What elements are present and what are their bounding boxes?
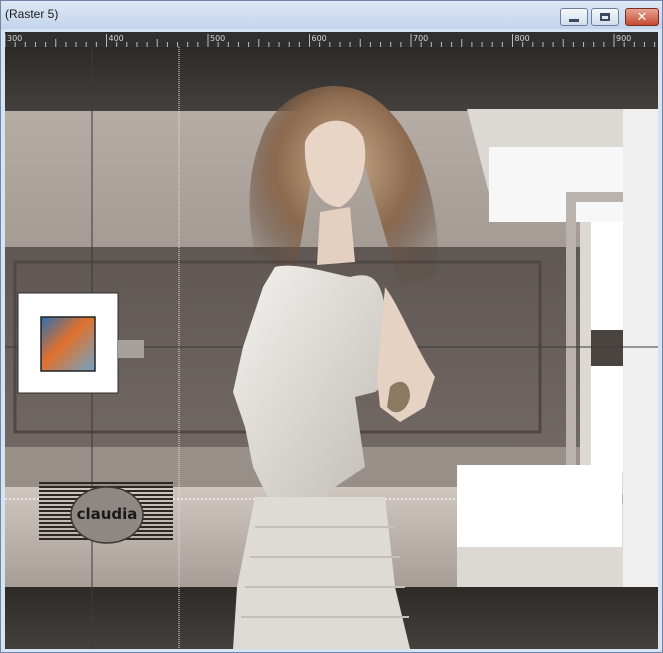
title-bar[interactable]: (Raster 5) ✕	[1, 1, 662, 29]
ruler-label: 600	[312, 34, 327, 43]
horizontal-ruler[interactable]: 300 400 500 600 700 800 900	[5, 32, 658, 47]
ruler-label: 800	[515, 34, 530, 43]
close-button[interactable]: ✕	[625, 8, 659, 26]
minimize-icon	[569, 18, 579, 22]
ruler-label: 700	[413, 34, 428, 43]
ruler-label: 900	[616, 34, 631, 43]
ruler-label: 500	[210, 34, 225, 43]
close-icon: ✕	[636, 9, 648, 25]
watermark-text: claudia	[76, 505, 138, 523]
ruler-ticks: 300 400 500 600 700 800 900	[5, 34, 656, 47]
maximize-button[interactable]	[591, 8, 619, 26]
framed-painting	[40, 316, 96, 372]
maximize-icon	[600, 13, 610, 21]
window-title: (Raster 5)	[5, 7, 59, 21]
watermark-stripe	[39, 482, 173, 484]
minimize-button[interactable]	[560, 8, 588, 26]
canvas-artwork	[5, 47, 658, 649]
ruler-label: 400	[109, 34, 124, 43]
image-canvas[interactable]: claudia	[5, 47, 658, 649]
ruler-label: 300	[7, 34, 22, 43]
app-window: (Raster 5) ✕ 300 400 500 600 700 800 900	[0, 0, 663, 653]
